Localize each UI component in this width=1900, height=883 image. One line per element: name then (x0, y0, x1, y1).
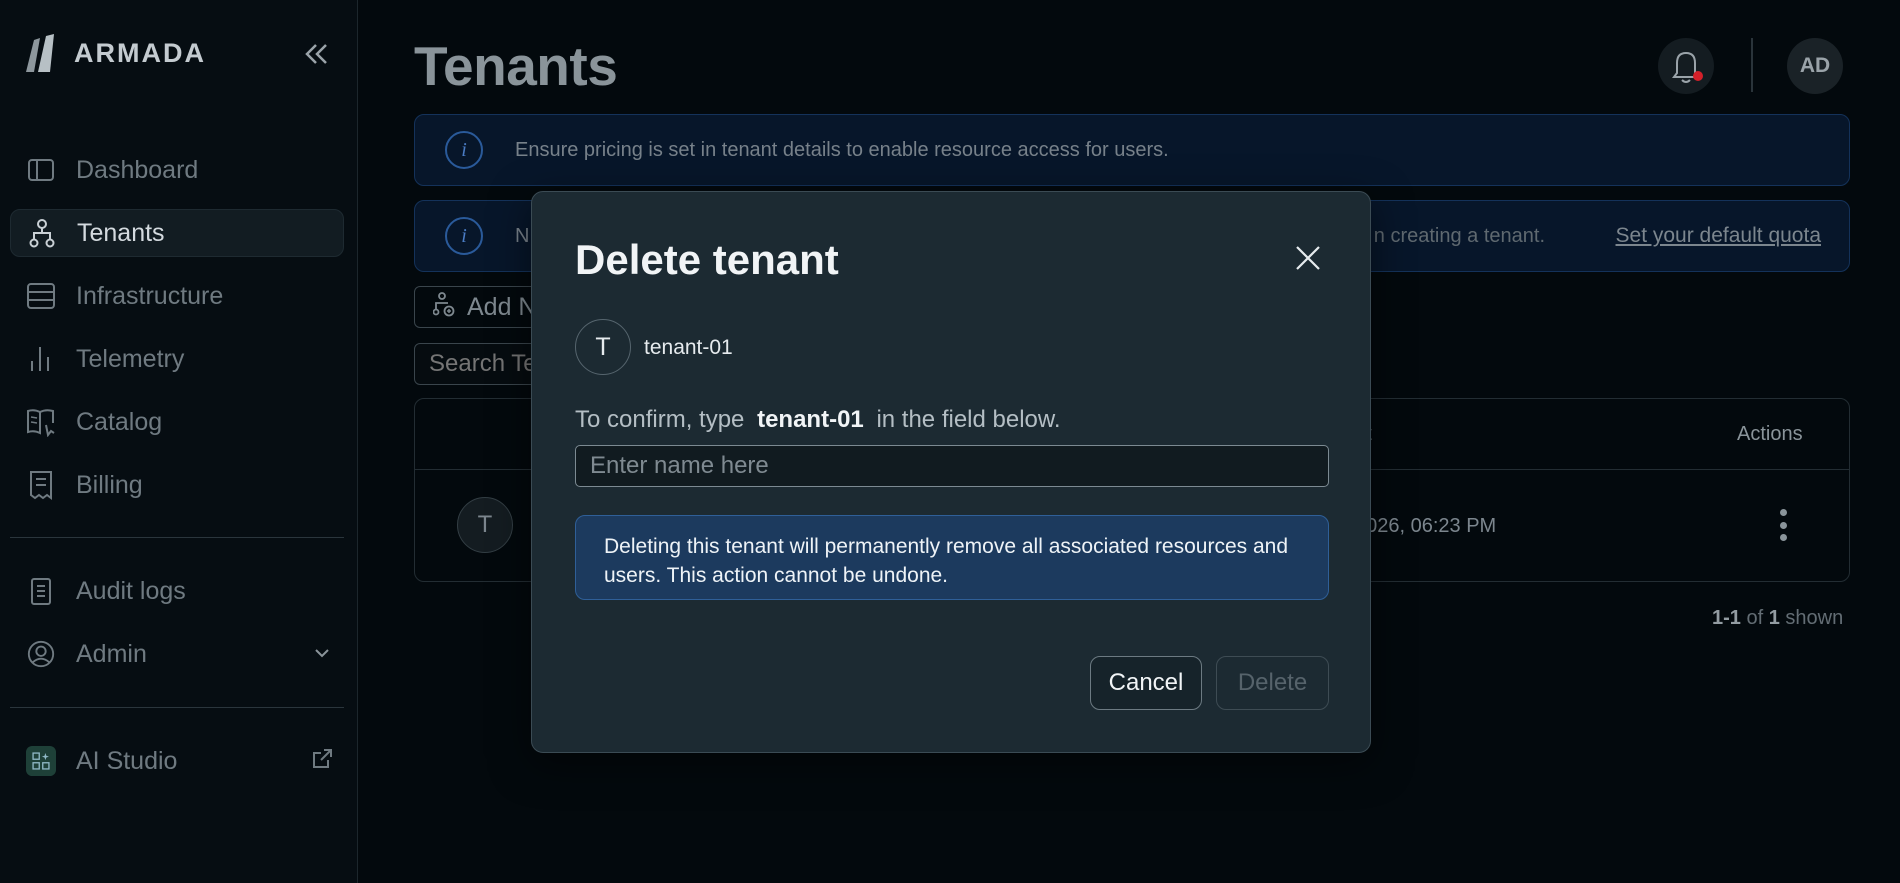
studio-nav: AI Studio (10, 737, 344, 800)
sidebar-divider (10, 537, 344, 538)
banner-text: N (515, 224, 530, 247)
banner-text: Ensure pricing is set in tenant details … (515, 138, 1169, 161)
pagination-range: 1-1 (1712, 607, 1741, 629)
user-avatar[interactable]: AD (1787, 38, 1843, 94)
confirm-tenant-name: tenant-01 (757, 406, 864, 433)
admin-icon (26, 639, 56, 669)
delete-warning-message: Deleting this tenant will permanently re… (575, 515, 1329, 600)
sidebar-item-catalog[interactable]: Catalog (10, 398, 344, 446)
sidebar-item-label: Admin (76, 639, 147, 668)
column-header-actions: Actions (1737, 423, 1803, 445)
sidebar-item-label: Audit logs (76, 576, 186, 605)
sidebar-item-infrastructure[interactable]: Infrastructure (10, 272, 344, 320)
close-dialog-button[interactable] (1286, 236, 1330, 280)
brand[interactable]: ARMADA (24, 32, 206, 74)
tenants-icon (27, 218, 57, 248)
banner-text: n creating a tenant. (1373, 224, 1545, 247)
kebab-dot-icon (1779, 534, 1787, 541)
page-title: Tenants (414, 35, 618, 97)
bell-icon (1672, 51, 1703, 83)
pricing-info-banner: i Ensure pricing is set in tenant detail… (414, 114, 1850, 186)
sidebar-item-admin[interactable]: Admin (10, 630, 344, 678)
secondary-nav: Audit logs Admin (10, 567, 344, 693)
sidebar-item-audit-logs[interactable]: Audit logs (10, 567, 344, 615)
tenant-name: tenant-01 (644, 336, 733, 359)
billing-icon (26, 470, 56, 500)
delete-button[interactable]: Delete (1216, 656, 1329, 710)
sidebar-item-label: Infrastructure (76, 281, 224, 310)
sidebar-item-label: Tenants (77, 218, 165, 247)
sidebar-item-billing[interactable]: Billing (10, 461, 344, 509)
add-tenant-icon (432, 291, 455, 324)
pagination-summary: 1-1 of 1 shown (1712, 607, 1843, 630)
set-default-quota-link[interactable]: Set your default quota (1616, 224, 1821, 248)
confirm-prefix: To confirm, type (575, 406, 745, 433)
header-divider (1751, 38, 1753, 92)
kebab-dot-icon (1779, 509, 1787, 516)
pagination-suffix: shown (1785, 607, 1844, 629)
telemetry-icon (26, 344, 56, 374)
app: ARMADA Dashboard Tenants Infrastructure … (0, 0, 1900, 883)
notifications-button[interactable] (1658, 38, 1714, 94)
chevron-down-icon (314, 645, 330, 663)
infrastructure-icon (26, 281, 56, 311)
tenant-avatar: T (575, 319, 631, 375)
sidebar-item-ai-studio[interactable]: AI Studio (10, 737, 344, 785)
double-chevron-left-icon (305, 44, 327, 64)
row-actions-menu-button[interactable] (1771, 505, 1795, 545)
sidebar-item-label: Telemetry (76, 344, 185, 373)
dialog-title: Delete tenant (575, 236, 839, 283)
tenant-created-date: 2026, 06:23 PM (1355, 515, 1497, 537)
ai-studio-icon (26, 746, 56, 776)
audit-logs-icon (26, 576, 56, 606)
info-icon: i (445, 217, 483, 255)
tenant-avatar: T (457, 497, 513, 553)
armada-logo-icon (24, 32, 68, 74)
delete-tenant-dialog: Delete tenant T tenant-01 To confirm, ty… (531, 191, 1371, 753)
add-tenant-label: Add N (467, 292, 537, 321)
pagination-total: 1 (1768, 607, 1780, 629)
sidebar-divider (10, 707, 344, 708)
confirm-suffix: in the field below. (876, 406, 1061, 433)
sidebar: ARMADA Dashboard Tenants Infrastructure … (0, 0, 358, 883)
confirm-instruction: To confirm, type tenant-01 in the field … (575, 406, 1061, 434)
cancel-button[interactable]: Cancel (1090, 656, 1202, 710)
sidebar-item-label: Billing (76, 470, 143, 499)
info-icon: i (445, 131, 483, 169)
sidebar-item-dashboard[interactable]: Dashboard (10, 146, 344, 194)
sidebar-item-label: Dashboard (76, 155, 199, 184)
close-icon (1296, 246, 1320, 270)
pagination-of: of (1746, 607, 1764, 629)
brand-name: ARMADA (74, 37, 206, 68)
sidebar-item-label: AI Studio (76, 746, 178, 775)
external-link-icon (310, 747, 334, 776)
dashboard-icon (26, 155, 56, 185)
sidebar-item-telemetry[interactable]: Telemetry (10, 335, 344, 383)
sidebar-item-label: Catalog (76, 407, 163, 436)
collapse-sidebar-button[interactable] (296, 36, 336, 72)
sidebar-item-tenants[interactable]: Tenants (10, 209, 344, 257)
primary-nav: Dashboard Tenants Infrastructure Telemet… (10, 146, 344, 524)
catalog-icon (26, 407, 56, 437)
kebab-dot-icon (1779, 521, 1787, 529)
confirm-name-input[interactable] (575, 445, 1329, 487)
